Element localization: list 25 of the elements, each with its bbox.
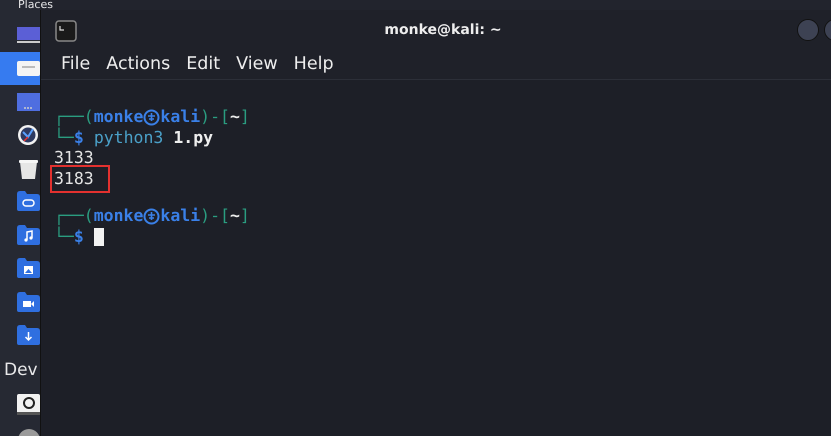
output-text: 3133 <box>54 148 94 168</box>
menu-item[interactable]: Help <box>286 51 342 78</box>
circled-symbol-icon <box>143 208 160 225</box>
music-folder-icon <box>17 224 40 247</box>
videos-folder-icon <box>17 292 40 314</box>
clock-icon <box>17 124 40 146</box>
prompt-text: └─$ <box>54 226 85 247</box>
output-text: 3183 <box>52 166 108 191</box>
downloads-folder-icon <box>17 325 40 348</box>
menu-item[interactable]: File <box>53 51 98 78</box>
prompt-text: ┌──(monke kali)-[~] <box>54 206 250 226</box>
trash-icon <box>17 158 40 180</box>
menu-item[interactable]: Edit <box>178 51 228 78</box>
window-title: monke@kali: ~ <box>384 20 502 40</box>
prompt-text: ┌──(monke kali)-[~] <box>54 107 250 128</box>
menu-item[interactable]: View <box>228 51 286 78</box>
folder-icon <box>17 191 40 214</box>
pictures-folder-icon <box>17 258 40 280</box>
menu-item[interactable]: Actions <box>98 51 178 78</box>
prompt-text: └─$ python3 1.py <box>54 128 214 148</box>
terminal-icon <box>55 20 77 42</box>
section-heading: Places <box>17 0 53 10</box>
circled-symbol-icon <box>143 108 160 126</box>
desktop-icon <box>17 90 40 113</box>
section-heading: Dev <box>3 359 38 382</box>
